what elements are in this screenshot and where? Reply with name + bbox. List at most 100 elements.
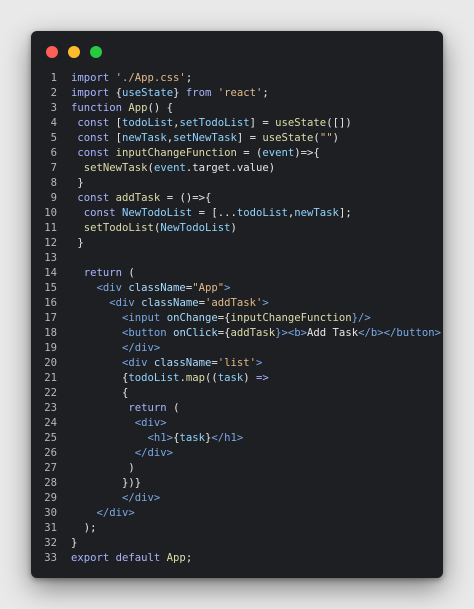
line-number: 22 xyxy=(44,387,57,399)
code-token: </b></button> xyxy=(358,327,441,339)
code-line: 10 const NewTodoList = [...todoList,newT… xyxy=(31,206,443,221)
maximize-window-button[interactable] xyxy=(90,46,102,58)
code-token: } xyxy=(71,177,84,189)
code-token: button xyxy=(128,327,174,339)
code-token: setTodoList xyxy=(83,222,154,234)
code-window: 1 import './App.css'; 2 import {useState} f… xyxy=(31,31,443,578)
line-number: 5 xyxy=(50,132,57,144)
code-line: 27 ) xyxy=(31,461,443,476)
code-line: 25 <h1>{task}</h1> xyxy=(31,431,443,446)
code-text: const [newTask,setNewTask] = useState(""… xyxy=(57,131,339,146)
code-text: ) xyxy=(57,461,134,476)
code-text: <h1>{task}</h1> xyxy=(57,431,244,446)
code-line: 23 return ( xyxy=(31,401,443,416)
code-text: <input onChange={inputChangeFunction}/> xyxy=(57,311,371,326)
code-line: 5 const [newTask,setNewTask] = useState(… xyxy=(31,131,443,146)
code-token: useState xyxy=(275,117,327,129)
code-token: from xyxy=(185,87,218,99)
code-token: 'react' xyxy=(217,87,263,99)
line-number: 29 xyxy=(44,492,57,504)
code-text: const inputChangeFunction = (event)=>{ xyxy=(57,146,320,161)
code-line: 11 setTodoList(NewTodoList) xyxy=(31,221,443,236)
line-number: 15 xyxy=(44,282,57,294)
code-token: div xyxy=(115,297,142,309)
code-token: onChange xyxy=(166,312,218,324)
code-line: 33 export default App; xyxy=(31,551,443,566)
code-token: NewTodoList xyxy=(122,207,193,219)
line-number: 31 xyxy=(44,522,57,534)
code-token: addTask xyxy=(115,192,161,204)
code-token: input xyxy=(128,312,167,324)
line-number: 11 xyxy=(44,222,57,234)
code-line: 9 const addTask = ()=>{ xyxy=(31,191,443,206)
code-token: className xyxy=(153,357,212,369)
code-token: Add Task xyxy=(307,327,359,339)
line-number: 18 xyxy=(44,327,57,339)
code-token: import xyxy=(71,87,116,99)
code-token: )=>{ xyxy=(294,147,320,159)
code-token: ) xyxy=(243,372,257,384)
line-number: 21 xyxy=(44,372,57,384)
code-token: return xyxy=(71,402,174,414)
code-token: './App.css' xyxy=(115,72,186,84)
code-text: <div className='addTask'> xyxy=(57,296,269,311)
code-line: 2 import {useState} from 'react'; xyxy=(31,86,443,101)
code-token: ; xyxy=(262,87,269,99)
close-window-button[interactable] xyxy=(46,46,58,58)
code-text: setNewTask(event.target.value) xyxy=(57,161,275,176)
code-token: ={ xyxy=(217,327,231,339)
line-number: 7 xyxy=(50,162,57,174)
code-token: } xyxy=(173,87,186,99)
code-line: 12 } xyxy=(31,236,443,251)
code-token: return xyxy=(71,267,129,279)
code-text: </div> xyxy=(57,491,160,506)
code-token: < xyxy=(71,357,129,369)
code-token: 'addTask' xyxy=(204,297,263,309)
line-number: 28 xyxy=(44,477,57,489)
code-line: 17 <input onChange={inputChangeFunction}… xyxy=(31,311,443,326)
code-token: })} xyxy=(71,477,142,489)
code-line: 18 <button onClick={addTask}><b>Add Task… xyxy=(31,326,443,341)
code-token: App xyxy=(166,552,186,564)
code-text: <button onClick={addTask}><b>Add Task</b… xyxy=(57,326,441,341)
code-token: "App" xyxy=(192,282,225,294)
code-token: const xyxy=(71,117,116,129)
code-text: export default App; xyxy=(57,551,192,566)
code-text: return ( xyxy=(57,401,179,416)
code-text: })} xyxy=(57,476,141,491)
code-token: function xyxy=(71,102,129,114)
code-token: setNewTask xyxy=(173,132,237,144)
code-token: { xyxy=(71,387,129,399)
line-number: 3 xyxy=(50,102,57,114)
line-number: 4 xyxy=(50,117,57,129)
code-line: 13 xyxy=(31,251,443,266)
code-token: import xyxy=(71,72,116,84)
code-token: ]; xyxy=(338,207,352,219)
code-line: 22 { xyxy=(31,386,443,401)
code-line: 20 <div className='list'> xyxy=(31,356,443,371)
code-token: ; xyxy=(185,552,193,564)
line-number: 27 xyxy=(44,462,57,474)
code-text: const addTask = ()=>{ xyxy=(57,191,211,206)
code-token: > xyxy=(256,357,263,369)
code-line: 1 import './App.css'; xyxy=(31,71,443,86)
code-text: import {useState} from 'react'; xyxy=(57,86,269,101)
code-token: ] = xyxy=(236,132,263,144)
code-token: </h1> xyxy=(211,432,244,444)
code-line: 8 } xyxy=(31,176,443,191)
code-token: ( xyxy=(173,402,180,414)
line-number: 24 xyxy=(44,417,57,429)
line-number: 6 xyxy=(50,147,57,159)
code-token: ); xyxy=(71,522,97,534)
code-token: { xyxy=(71,372,129,384)
code-text: const [todoList,setTodoList] = useState(… xyxy=(57,116,351,131)
code-token: className xyxy=(141,297,199,309)
code-token: <h1> xyxy=(71,432,174,444)
code-editor: 1 import './App.css'; 2 import {useState} f… xyxy=(31,71,443,566)
minimize-window-button[interactable] xyxy=(68,46,80,58)
line-number: 19 xyxy=(44,342,57,354)
code-token: setTodoList xyxy=(179,117,250,129)
code-line: 31 ); xyxy=(31,521,443,536)
code-text: <div className='list'> xyxy=(57,356,262,371)
